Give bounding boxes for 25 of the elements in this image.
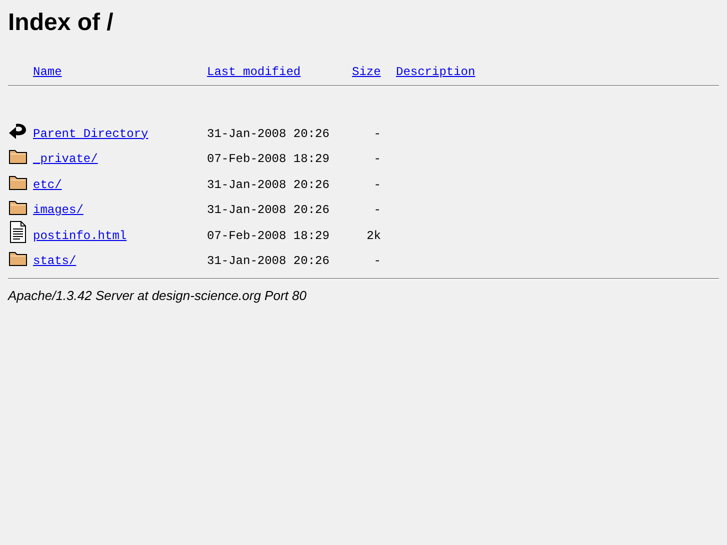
page-title: Index of / (8, 8, 114, 38)
description-column-link[interactable]: Description (396, 65, 476, 79)
file-size: - (374, 203, 381, 217)
entry-link[interactable]: postinfo.html (33, 228, 127, 242)
file-size: - (374, 254, 381, 268)
file-size: - (374, 152, 381, 166)
modified-date: 31-Jan-2008 20:26 (207, 178, 330, 192)
name-column-link[interactable]: Name (33, 65, 62, 79)
modified-date: 31-Jan-2008 20:26 (207, 254, 330, 268)
file-size: 2k (366, 228, 381, 242)
entry-link[interactable]: etc/ (33, 178, 62, 192)
entry-link[interactable]: stats/ (33, 254, 76, 268)
file-size: - (374, 126, 381, 140)
entry-link[interactable]: images/ (33, 203, 84, 217)
document-icon (8, 220, 28, 242)
file-size: - (374, 178, 381, 192)
size-column-link[interactable]: Size (352, 65, 381, 79)
entry-link[interactable]: _private/ (33, 152, 98, 166)
modified-date: 31-Jan-2008 20:26 (207, 203, 330, 217)
entry-link[interactable]: Parent Directory (33, 126, 148, 140)
modified-date: 31-Jan-2008 20:26 (207, 126, 330, 140)
modified-date: 07-Feb-2008 18:29 (207, 152, 330, 166)
server-signature: Apache/1.3.42 Server at design-science.org Port 80 (8, 288, 308, 303)
modified-date: 07-Feb-2008 18:29 (207, 228, 330, 242)
modified-column-link[interactable]: Last modified (207, 65, 301, 79)
